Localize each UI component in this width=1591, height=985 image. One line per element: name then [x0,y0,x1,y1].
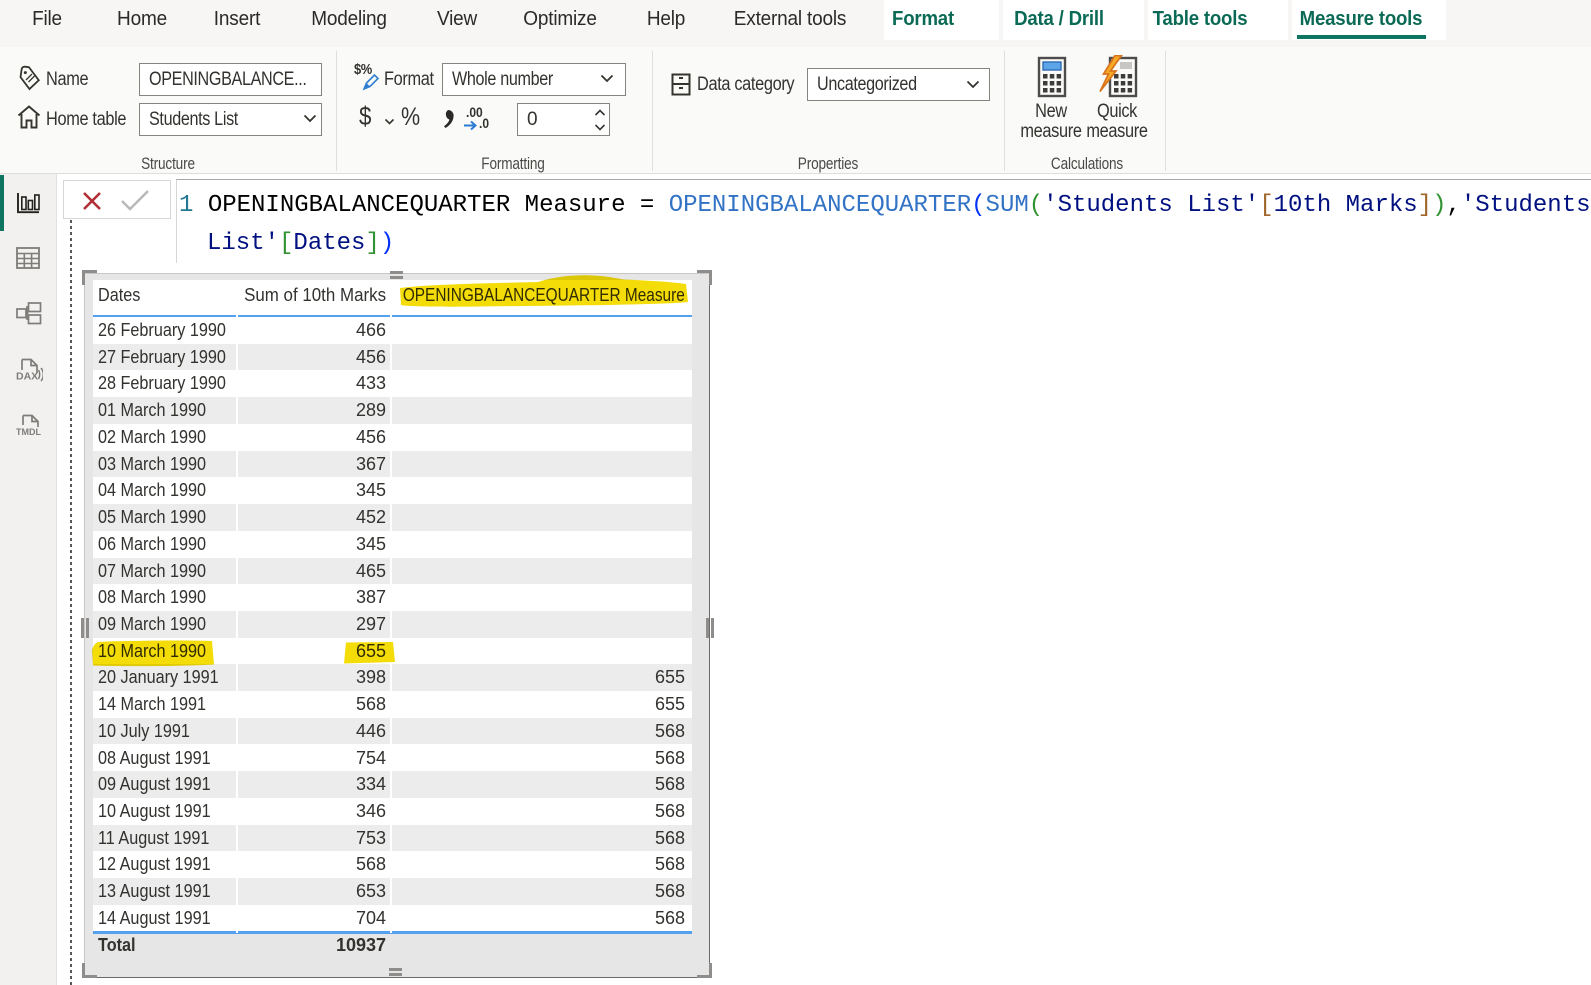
svg-text:TMDL: TMDL [16,427,41,437]
svg-text:DAX: DAX [16,371,38,383]
